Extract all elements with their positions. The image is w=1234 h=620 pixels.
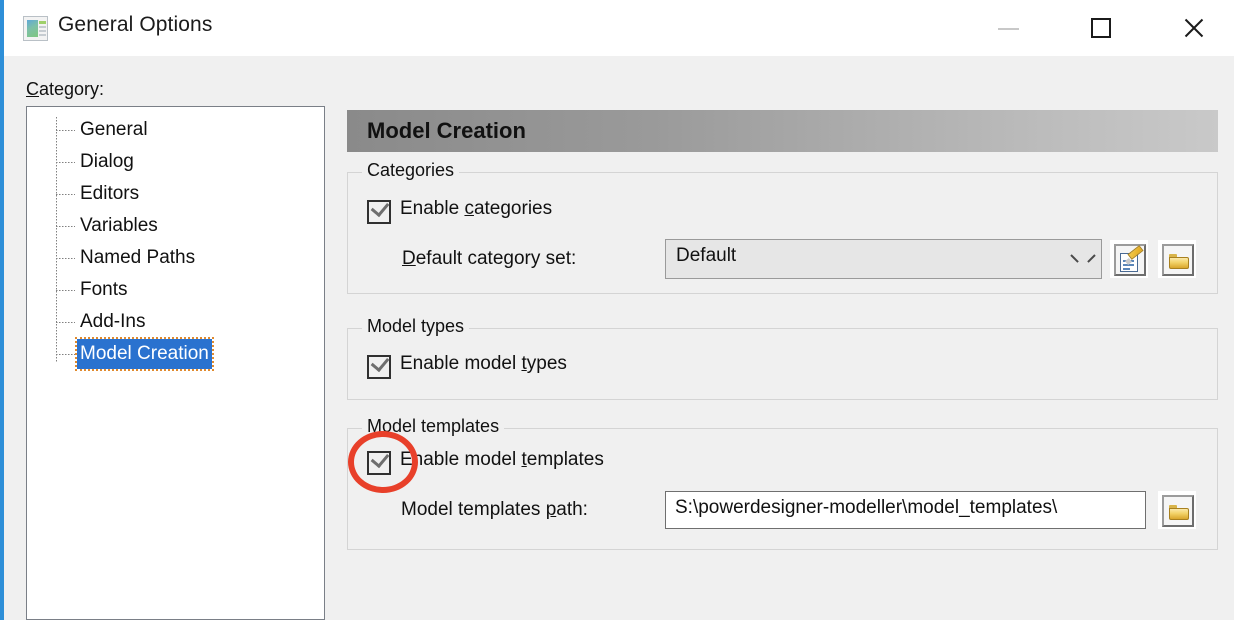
tree-branch-icon [56, 194, 75, 195]
sidebar-item-label: Model Creation [75, 337, 214, 371]
title-bar: General Options [4, 0, 1234, 56]
sidebar-item-add-ins[interactable]: Add-Ins [27, 307, 324, 339]
category-label: Category: [26, 79, 104, 100]
label-pre: Enable [400, 198, 465, 219]
sidebar-item-fonts[interactable]: Fonts [27, 275, 324, 307]
label-post: ypes [526, 353, 567, 374]
categories-group-title: Categories [362, 160, 460, 181]
sidebar-item-label: General [80, 119, 148, 140]
page-title: Model Creation [367, 118, 526, 143]
label-post: emplates [526, 449, 604, 470]
maximize-icon [1091, 18, 1111, 38]
checkbox-box [367, 197, 391, 224]
label-post: ategories [473, 198, 553, 219]
tree-branch-icon [56, 130, 75, 131]
tree-branch-icon [56, 162, 75, 163]
folder-icon [1169, 254, 1189, 269]
checkbox-box [367, 352, 391, 379]
label-post: efault category set: [415, 248, 577, 269]
sidebar-item-label: Fonts [80, 279, 128, 300]
label-pre: Model templates [401, 499, 546, 520]
model-types-group-title: Model types [362, 316, 470, 337]
tree-branch-icon [56, 258, 75, 259]
model-templates-group-title: Model templates [362, 416, 505, 437]
model-types-group: Model types Enable model types [347, 316, 1218, 400]
browse-category-set-button[interactable] [1158, 240, 1196, 278]
tree-branch-icon [56, 290, 75, 291]
properties-icon [1120, 245, 1144, 272]
sidebar-item-variables[interactable]: Variables [27, 211, 324, 243]
sidebar-item-label: Named Paths [80, 247, 196, 268]
enable-categories-label: Enable categories [400, 198, 552, 220]
sidebar-item-label: Dialog [80, 151, 134, 172]
sidebar-item-label: Add-Ins [80, 311, 146, 332]
tree-branch-icon [56, 322, 75, 323]
checkmark-icon [370, 197, 390, 218]
maximize-button[interactable] [1078, 0, 1124, 56]
label-post: ath: [556, 499, 588, 520]
model-templates-path-value: S:\powerdesigner-modeller\model_template… [675, 497, 1058, 518]
edit-category-set-button[interactable] [1110, 240, 1148, 278]
general-options-dialog: General Options Category: General Dialog… [0, 0, 1234, 620]
category-tree[interactable]: General Dialog Editors Variables Named P… [26, 106, 325, 620]
default-category-set-value: Default [676, 245, 737, 266]
window-accent-border [0, 0, 4, 620]
default-category-set-label: Default category set: [402, 248, 576, 270]
minimize-button[interactable] [986, 0, 1032, 56]
sidebar-item-dialog[interactable]: Dialog [27, 147, 324, 179]
sidebar-item-general[interactable]: General [27, 115, 324, 147]
folder-icon [1169, 505, 1189, 520]
panel-header: Model Creation [347, 110, 1218, 152]
button-face [1114, 244, 1146, 276]
sidebar-item-model-creation[interactable]: Model Creation [27, 337, 324, 371]
button-face [1162, 244, 1194, 276]
chevron-down-icon [1072, 254, 1085, 267]
enable-model-types-label: Enable model types [400, 353, 567, 375]
model-templates-group: Model templates Enable model templates M… [347, 416, 1218, 550]
sidebar-item-named-paths[interactable]: Named Paths [27, 243, 324, 275]
window-title: General Options [58, 13, 213, 36]
label-accesskey: p [545, 499, 557, 520]
label-accesskey: D [402, 248, 416, 269]
label-pre: Enable model [400, 449, 522, 470]
model-templates-path-label: Model templates path: [401, 499, 588, 521]
options-window-icon [23, 16, 48, 41]
categories-group: Categories Enable categories Default cat… [347, 160, 1218, 294]
close-icon [1182, 17, 1204, 39]
category-label-rest: ategory: [39, 79, 105, 99]
category-label-accesskey: C [26, 79, 39, 99]
label-pre: Enable model [400, 353, 522, 374]
sidebar-item-label: Variables [80, 215, 158, 236]
checkmark-icon [370, 352, 390, 373]
default-category-set-combo[interactable]: Default [665, 239, 1102, 279]
minimize-icon [998, 28, 1019, 30]
button-face [1162, 495, 1194, 527]
tree-branch-icon [56, 354, 75, 355]
sidebar-item-label: Editors [80, 183, 140, 204]
tree-branch-icon [56, 226, 75, 227]
browse-model-templates-path-button[interactable] [1158, 491, 1196, 529]
enable-model-templates-label: Enable model templates [400, 449, 604, 471]
sidebar-item-editors[interactable]: Editors [27, 179, 324, 211]
label-accesskey: c [464, 198, 474, 219]
checkmark-icon [370, 448, 390, 469]
model-templates-path-input[interactable]: S:\powerdesigner-modeller\model_template… [665, 491, 1146, 529]
checkbox-box [367, 448, 391, 475]
close-button[interactable] [1170, 0, 1216, 56]
